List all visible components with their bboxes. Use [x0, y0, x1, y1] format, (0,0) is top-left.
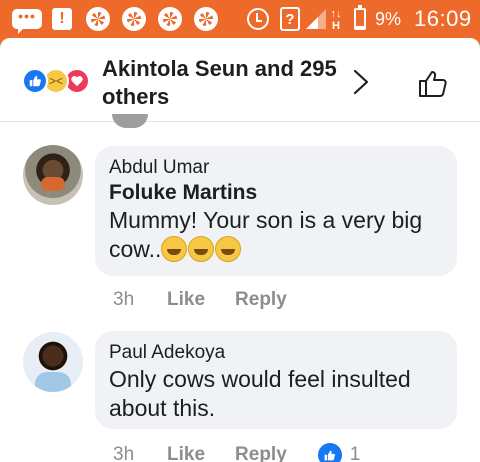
comment-author[interactable]: Paul Adekoya	[109, 341, 443, 365]
comment-bubble: Abdul Umar Foluke Martins Mummy! Your so…	[95, 146, 457, 276]
reaction-icons: ><	[22, 68, 98, 94]
like-count-number: 1	[349, 444, 361, 462]
reactions-summary[interactable]: Akintola Seun and 295 others	[102, 55, 342, 111]
question-icon: ?	[280, 7, 300, 31]
app-icon	[194, 7, 218, 31]
avatar	[112, 114, 148, 128]
status-bar: ••• ! ? ↑↓ H 9% 16:09	[0, 0, 480, 38]
chevron-right-icon[interactable]	[350, 68, 372, 96]
comment-time: 3h	[113, 444, 135, 462]
battery-icon	[354, 5, 366, 30]
app-icon	[158, 7, 182, 31]
avatar[interactable]	[23, 332, 83, 392]
like-button[interactable]: Like	[167, 289, 205, 311]
comment-actions: 3h Like Reply	[113, 289, 317, 311]
reply-button[interactable]: Reply	[235, 444, 287, 462]
signal-icon	[304, 7, 328, 31]
grinning-squint-emoji	[188, 236, 215, 262]
reply-button[interactable]: Reply	[235, 289, 287, 311]
comment-time: 3h	[113, 289, 135, 310]
comment-text: Mummy! Your son is a very big cow..	[109, 206, 443, 264]
alarm-icon	[247, 8, 269, 30]
mentioned-user[interactable]: Foluke Martins	[109, 180, 443, 206]
comments-sheet: >< Akintola Seun and 295 others Abdul Um…	[0, 38, 480, 462]
sweat-smile-emoji	[161, 236, 188, 262]
comment-text: Only cows would feel insulted about this…	[109, 366, 411, 421]
message-icon: •••	[12, 8, 42, 34]
like-button[interactable]: Like	[167, 444, 205, 462]
data-arrows-icon: ↑↓ H	[330, 8, 342, 32]
battery-percent: 9%	[375, 8, 402, 29]
warning-icon: !	[52, 8, 72, 30]
like-reaction-icon	[22, 68, 48, 94]
app-icon	[122, 7, 146, 31]
smiling-eyes-emoji	[215, 236, 242, 262]
comment-actions: 3h Like Reply 1	[113, 443, 360, 462]
comment-bubble: Paul Adekoya Only cows would feel insult…	[95, 331, 457, 429]
network-type: H	[332, 20, 340, 32]
like-reaction-icon	[317, 443, 342, 462]
reactions-header[interactable]: >< Akintola Seun and 295 others	[0, 38, 480, 122]
clock-time: 16:09	[414, 6, 472, 31]
comment-author[interactable]: Abdul Umar	[109, 156, 443, 180]
comment-text-body: Mummy! Your son is a very big cow..	[109, 207, 423, 262]
app-icon	[86, 7, 110, 31]
like-outline-icon[interactable]	[416, 66, 450, 100]
avatar[interactable]	[23, 145, 83, 205]
comment-like-count[interactable]: 1	[317, 443, 361, 462]
